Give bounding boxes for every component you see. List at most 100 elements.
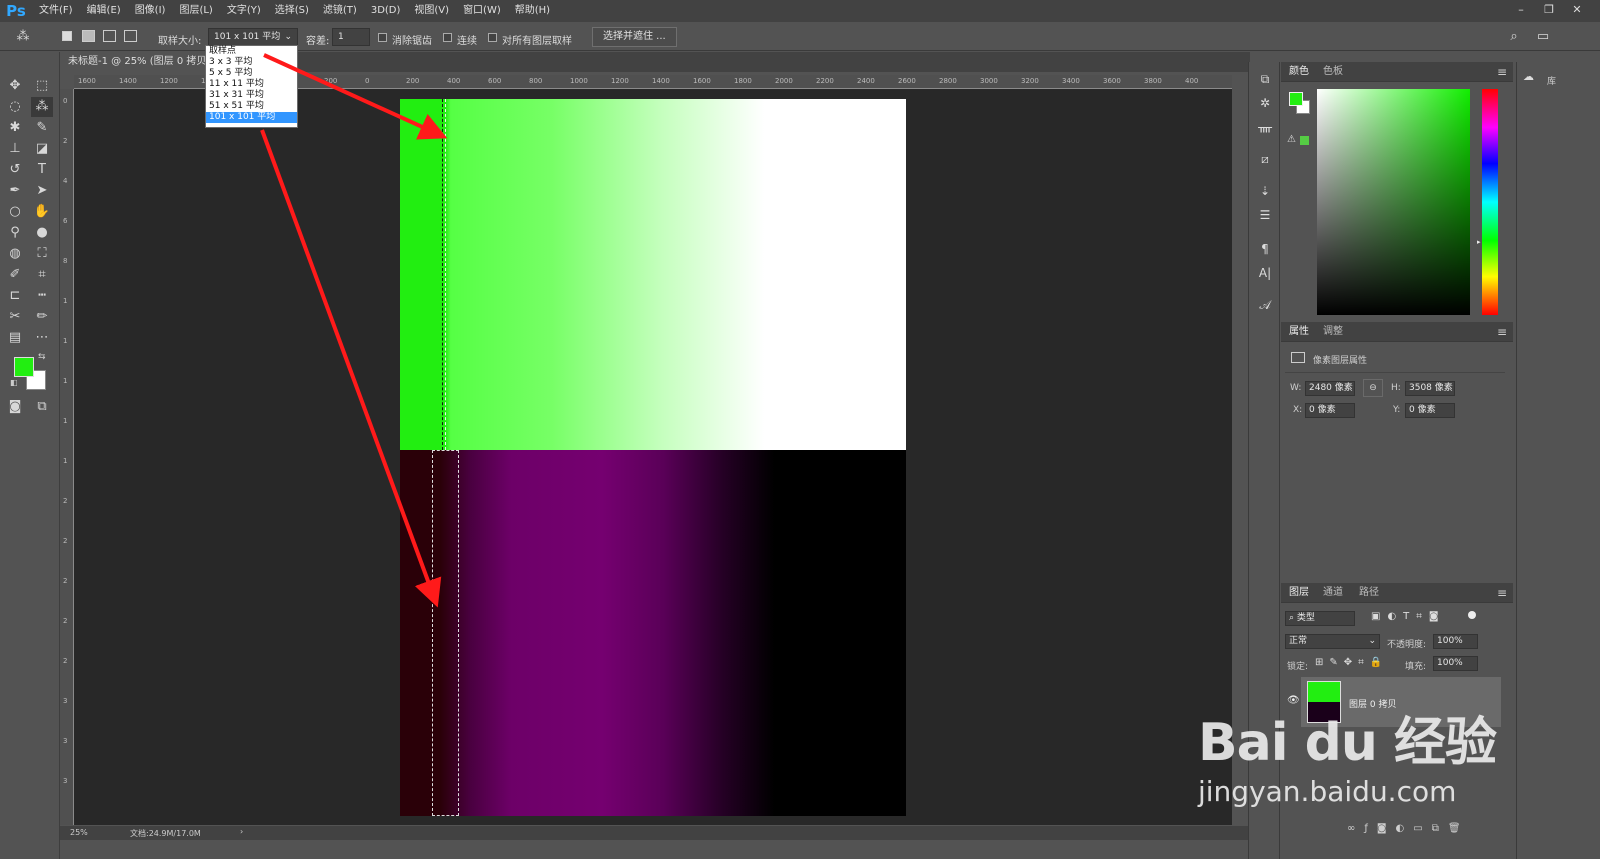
brush-settings-icon[interactable]: ✲ bbox=[1253, 92, 1277, 114]
workspace-icon[interactable]: ▭ bbox=[1532, 27, 1554, 47]
blur-tool-icon[interactable]: ● bbox=[31, 223, 53, 243]
intersect-selection-icon[interactable] bbox=[124, 30, 137, 42]
layer-filter-icons[interactable]: ▣◐T⌗◙ bbox=[1371, 611, 1446, 622]
y-field[interactable]: 0 像素 bbox=[1405, 403, 1455, 418]
antialias-checkbox[interactable] bbox=[378, 33, 387, 42]
tab-layers[interactable]: 图层 bbox=[1281, 583, 1317, 603]
status-chevron-icon[interactable]: › bbox=[240, 827, 243, 836]
x-field[interactable]: 0 像素 bbox=[1305, 403, 1355, 418]
restore-icon[interactable]: ❐ bbox=[1540, 2, 1558, 18]
hue-slider[interactable] bbox=[1482, 89, 1498, 315]
cloud-library-icon[interactable]: ☁ bbox=[1523, 70, 1534, 83]
frame-tool-icon[interactable]: ⛶ bbox=[31, 244, 53, 264]
subtract-selection-icon[interactable] bbox=[103, 30, 116, 42]
lock-icons[interactable]: ⊞✎✥⌗🔒 bbox=[1315, 657, 1388, 668]
screen-mode-icon[interactable]: ⧉ bbox=[31, 397, 53, 417]
pen-tool-icon[interactable]: ✒ bbox=[4, 181, 26, 201]
menu-layer[interactable]: 图层(L) bbox=[172, 0, 219, 22]
menu-help[interactable]: 帮助(H) bbox=[508, 0, 557, 22]
brush-tool-icon[interactable]: ✎ bbox=[31, 118, 53, 138]
more-tools-icon[interactable]: ⋯ bbox=[31, 328, 53, 348]
layer-kind-filter[interactable]: ⌕ 类型 bbox=[1285, 611, 1355, 626]
eyedropper-tool-icon[interactable]: ✐ bbox=[4, 265, 26, 285]
type-tool-icon[interactable]: T bbox=[31, 160, 53, 180]
patch-tool-icon[interactable]: ✂ bbox=[4, 307, 26, 327]
menu-select[interactable]: 选择(S) bbox=[268, 0, 316, 22]
foreground-color-swatch[interactable] bbox=[14, 357, 34, 377]
height-field[interactable]: 3508 像素 bbox=[1405, 381, 1455, 396]
close-icon[interactable]: ✕ bbox=[1568, 2, 1586, 18]
link-icon[interactable]: ⊖ bbox=[1363, 379, 1383, 397]
opacity-field[interactable]: 100% bbox=[1433, 634, 1478, 649]
marquee-tool-icon[interactable]: ⬚ bbox=[31, 76, 53, 96]
hue-slider-handle[interactable]: ▸ bbox=[1477, 238, 1481, 246]
color-field[interactable] bbox=[1317, 89, 1470, 315]
new-selection-icon[interactable] bbox=[62, 31, 72, 41]
clone-source-icon[interactable]: ⧄ bbox=[1253, 148, 1277, 170]
mixer-brush-tool-icon[interactable]: ✏ bbox=[31, 307, 53, 327]
dropdown-option[interactable]: 31 x 31 平均 bbox=[206, 90, 297, 101]
history-panel-icon[interactable]: ⧉ bbox=[1253, 68, 1277, 90]
magic-wand-preset-icon[interactable]: ⁂ bbox=[12, 27, 34, 47]
add-selection-icon[interactable] bbox=[82, 30, 95, 42]
search-icon[interactable]: ⌕ bbox=[1503, 27, 1525, 47]
eraser-tool-icon[interactable]: ◪ bbox=[31, 139, 53, 159]
move-tool-icon[interactable]: ✥ bbox=[4, 76, 26, 96]
menu-view[interactable]: 视图(V) bbox=[407, 0, 456, 22]
glyphs-icon[interactable]: 𝒜 bbox=[1253, 294, 1277, 316]
artboard-tool-icon[interactable]: ⊏ bbox=[4, 286, 26, 306]
tolerance-input[interactable]: 1 bbox=[332, 28, 370, 46]
tab-channels[interactable]: 通道 bbox=[1315, 583, 1351, 603]
dropdown-option-selected[interactable]: 101 x 101 平均 bbox=[206, 112, 297, 123]
tab-swatches[interactable]: 色板 bbox=[1315, 62, 1351, 82]
history-brush-tool-icon[interactable]: ↺ bbox=[4, 160, 26, 180]
zoom-level[interactable]: 25% bbox=[70, 828, 88, 837]
ellipse-tool-icon[interactable]: ○ bbox=[4, 202, 26, 222]
crop-tool-icon[interactable]: ⌗ bbox=[31, 265, 53, 285]
width-field[interactable]: 2480 像素 bbox=[1305, 381, 1355, 396]
panel-menu-icon[interactable]: ≡ bbox=[1497, 65, 1507, 79]
swap-colors-icon[interactable]: ⇆ bbox=[38, 352, 46, 362]
path-select-tool-icon[interactable]: ➤ bbox=[31, 181, 53, 201]
menu-edit[interactable]: 编辑(E) bbox=[80, 0, 128, 22]
tool-presets-icon[interactable]: ⇣ bbox=[1253, 180, 1277, 202]
blend-mode-select[interactable]: 正常 ⌄ bbox=[1285, 634, 1380, 649]
brush-presets-icon[interactable]: ᚄ bbox=[1253, 116, 1277, 138]
layer-footer-icons[interactable]: ∞ƒ◙◐▭⧉🗑 bbox=[1347, 823, 1470, 834]
ruler-tool-icon[interactable]: ┅ bbox=[31, 286, 53, 306]
zoom-tool-icon[interactable]: ⚲ bbox=[4, 223, 26, 243]
filter-toggle-icon[interactable] bbox=[1468, 611, 1476, 619]
dropdown-option[interactable]: 51 x 51 平均 bbox=[206, 101, 297, 112]
canvas-area[interactable] bbox=[74, 89, 1232, 825]
panel-menu-icon[interactable]: ≡ bbox=[1497, 586, 1507, 600]
library-label[interactable]: 库 bbox=[1547, 74, 1556, 87]
quick-mask-icon[interactable]: ◙ bbox=[4, 397, 26, 417]
contiguous-checkbox[interactable] bbox=[443, 33, 452, 42]
sample-size-select[interactable]: 101 x 101 平均 ⌄ bbox=[208, 28, 298, 46]
paragraph-icon[interactable]: ¶ bbox=[1253, 238, 1277, 260]
sample-all-checkbox[interactable] bbox=[488, 33, 497, 42]
menu-type[interactable]: 文字(Y) bbox=[220, 0, 268, 22]
spot-heal-tool-icon[interactable]: ✱ bbox=[4, 118, 26, 138]
stamp-tool-icon[interactable]: ⊥ bbox=[4, 139, 26, 159]
menu-3d[interactable]: 3D(D) bbox=[364, 0, 408, 22]
gamut-swatch[interactable] bbox=[1300, 136, 1309, 145]
character-icon[interactable]: A| bbox=[1253, 262, 1277, 284]
minimize-icon[interactable]: – bbox=[1512, 2, 1530, 18]
menu-filter[interactable]: 滤镜(T) bbox=[316, 0, 364, 22]
lasso-tool-icon[interactable]: ◌ bbox=[4, 97, 26, 117]
panel-menu-icon[interactable]: ≡ bbox=[1497, 325, 1507, 339]
tab-adjustments[interactable]: 调整 bbox=[1315, 322, 1351, 342]
dropdown-option[interactable]: 5 x 5 平均 bbox=[206, 68, 297, 79]
tab-properties[interactable]: 属性 bbox=[1281, 322, 1317, 342]
dropdown-option[interactable]: 取样点 bbox=[206, 46, 297, 57]
select-and-mask-button[interactable]: 选择并遮住 ... bbox=[592, 27, 677, 47]
default-colors-icon[interactable]: ◧ bbox=[10, 378, 18, 387]
tab-paths[interactable]: 路径 bbox=[1351, 583, 1387, 603]
menu-file[interactable]: 文件(F) bbox=[32, 0, 80, 22]
dropdown-option[interactable]: 11 x 11 平均 bbox=[206, 79, 297, 90]
fill-field[interactable]: 100% bbox=[1433, 656, 1478, 671]
menu-window[interactable]: 窗口(W) bbox=[456, 0, 508, 22]
menu-image[interactable]: 图像(I) bbox=[128, 0, 173, 22]
hand-tool-icon[interactable]: ✋ bbox=[31, 202, 53, 222]
